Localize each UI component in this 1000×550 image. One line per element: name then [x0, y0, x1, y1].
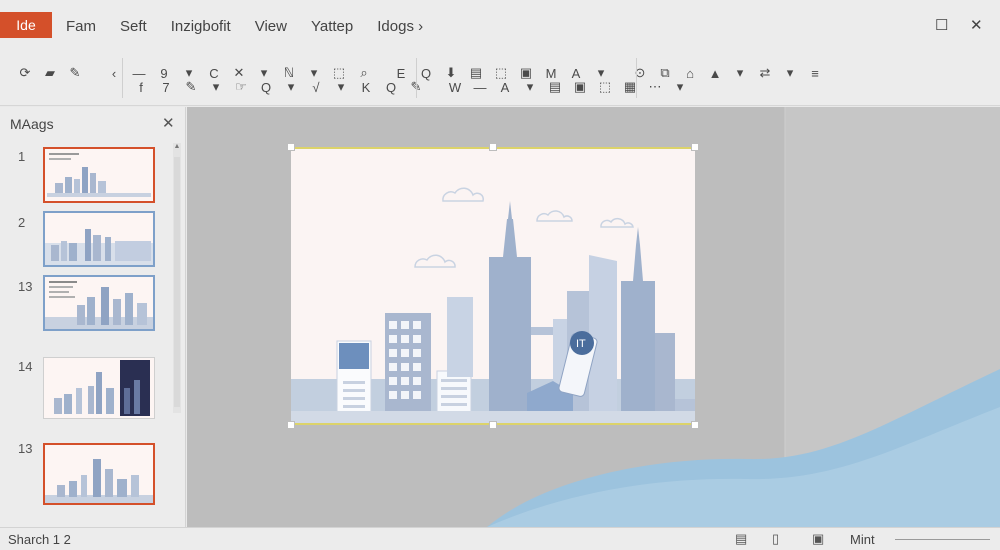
resize-handle[interactable]	[287, 421, 295, 429]
scroll-up-icon[interactable]: ▲	[173, 143, 181, 153]
q-button[interactable]: Q	[382, 80, 400, 95]
maximize-icon[interactable]: ☐	[935, 16, 948, 34]
dropdown-icon[interactable]: ▾	[332, 79, 350, 95]
slide-number: 13	[18, 279, 33, 294]
ribbon-separator	[122, 58, 123, 98]
w-button[interactable]: W	[446, 80, 464, 95]
slides-pane: MAags ✕ ▲ 1 2 13 14 13	[0, 107, 186, 527]
slide-thumbnail-1[interactable]	[43, 147, 155, 203]
more-icon[interactable]: ⋯	[646, 79, 664, 95]
ribbon-separator	[416, 58, 417, 98]
slide-thumbnail-art	[47, 153, 151, 197]
menu-icon[interactable]: ≡	[806, 66, 824, 81]
slide-thumbnail-3[interactable]	[43, 275, 155, 331]
resize-handle[interactable]	[691, 421, 699, 429]
city-illustration: IT	[291, 187, 695, 423]
status-slide-info: Sharch 1 2	[8, 532, 71, 547]
pen-icon[interactable]: ✎	[66, 65, 84, 81]
slide-sorter-icon[interactable]: ▣	[812, 531, 824, 547]
box-icon[interactable]: ▣	[571, 79, 589, 95]
slide-thumbnail-art	[45, 281, 153, 329]
fill-icon[interactable]: ▰	[41, 65, 59, 81]
resize-handle[interactable]	[489, 143, 497, 151]
dropdown-icon[interactable]: ▾	[671, 79, 689, 95]
dropdown-icon[interactable]: ▾	[731, 65, 749, 81]
dropdown-icon[interactable]: ▾	[282, 79, 300, 95]
pen-icon[interactable]: ✎	[182, 79, 200, 95]
slide-thumbnail-5[interactable]	[43, 443, 155, 505]
close-icon[interactable]: ✕	[162, 114, 175, 132]
status-bar: Sharch 1 2 ▤ ▯ ▣ Mint	[0, 527, 1000, 550]
dropdown-icon[interactable]: ▾	[781, 65, 799, 81]
resize-handle[interactable]	[691, 143, 699, 151]
slide-number: 14	[18, 359, 33, 374]
slide-thumbnail-art	[54, 360, 150, 416]
slide-thumbnail-4[interactable]	[43, 357, 155, 419]
close-icon[interactable]: ✕	[970, 16, 983, 34]
ribbon-toolbar: ⟳ ▰ ✎ ‹ — 9 ▾ C ✕ ▾ ℕ ▾ ⬚ ⌕ E Q ⬇ ▤ ⬚ ▣ …	[0, 50, 1000, 106]
resize-handle[interactable]	[287, 143, 295, 151]
resize-handle[interactable]	[489, 421, 497, 429]
pointer-icon[interactable]: ☞	[232, 79, 250, 95]
menu-bar: Ide Fam Seft Inzigbofit View Yattep Idog…	[0, 0, 1000, 50]
normal-view-icon[interactable]: ▯	[772, 531, 779, 547]
ribbon-separator	[636, 58, 637, 98]
slide-thumbnail-art	[45, 459, 153, 503]
status-mode: Mint	[850, 532, 875, 547]
swap-icon[interactable]: ⇄	[756, 65, 774, 81]
chevron-left-icon[interactable]: ‹	[105, 66, 123, 81]
refresh-icon[interactable]: ⟳	[16, 65, 34, 81]
slide-number: 2	[18, 215, 26, 230]
slide-thumbnail-2[interactable]	[43, 211, 155, 267]
menu-item-yattep[interactable]: Yattep	[311, 18, 353, 35]
ribbon-row-bottom: f 7 ✎ ▾ ☞ Q ▾ √ ▾ K Q ✎ W — A ▾ ▤ ▣ ⬚ ▦ …	[132, 78, 696, 96]
f-button[interactable]: f	[132, 80, 150, 95]
pane-title: MAags	[10, 116, 54, 132]
check-icon[interactable]: √	[307, 80, 325, 95]
frame-icon[interactable]: ⬚	[596, 79, 614, 95]
menu-items: Fam Seft Inzigbofit View Yattep Idogs ›	[66, 18, 447, 35]
slide-thumbnail-art	[45, 229, 153, 265]
k-button[interactable]: K	[357, 80, 375, 95]
menu-item-fam[interactable]: Fam	[66, 18, 96, 35]
slide-main[interactable]: IT	[291, 147, 695, 425]
notes-icon[interactable]: ▤	[735, 531, 747, 547]
triangle-icon[interactable]: ▲	[706, 66, 724, 81]
dropdown-icon[interactable]: ▾	[521, 79, 539, 95]
q-button[interactable]: Q	[257, 80, 275, 95]
menu-item-insert[interactable]: Inzigbofit	[171, 18, 231, 35]
list-icon[interactable]: ▤	[546, 79, 564, 95]
font-color-button[interactable]: A	[496, 80, 514, 95]
file-tab[interactable]: Ide	[0, 12, 52, 38]
seven-button[interactable]: 7	[157, 80, 175, 95]
dropdown-icon[interactable]: ▾	[207, 79, 225, 95]
slide-number: 13	[18, 441, 33, 456]
pane-scrollbar[interactable]: ▲	[173, 143, 181, 413]
menu-item-seft[interactable]: Seft	[120, 18, 147, 35]
phone-logo-text: IT	[576, 338, 586, 350]
menu-item-view[interactable]: View	[255, 18, 287, 35]
slide-number: 1	[18, 149, 26, 164]
slide-canvas[interactable]: IT	[187, 107, 1000, 527]
scroll-thumb[interactable]	[174, 157, 180, 407]
menu-item-idogs[interactable]: Idogs ›	[377, 18, 423, 35]
zoom-slider[interactable]	[895, 539, 990, 540]
line-icon[interactable]: —	[471, 80, 489, 95]
